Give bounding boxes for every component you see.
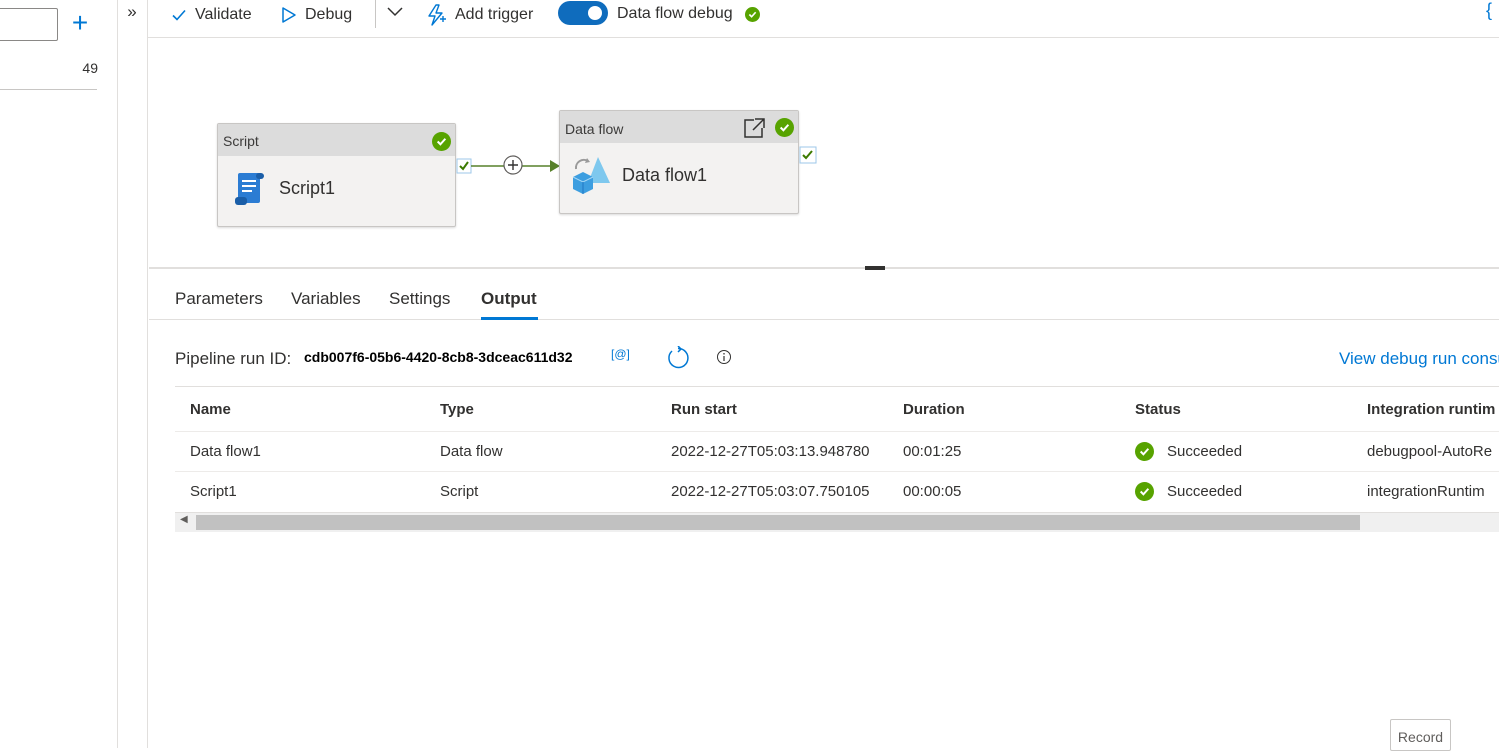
success-check-icon	[432, 132, 451, 151]
panel-splitter[interactable]	[149, 267, 1499, 269]
debug-label: Debug	[305, 6, 353, 23]
collapsed-strip	[118, 0, 148, 748]
open-external-icon[interactable]	[742, 117, 766, 144]
dataflow-activity-node[interactable]: Data flow Data flow1	[559, 110, 799, 214]
script-icon	[230, 171, 268, 212]
cell-integration-runtime: integrationRuntim	[1367, 483, 1485, 500]
debug-dropdown-chevron-down-icon[interactable]	[386, 4, 404, 23]
table-top-border	[175, 386, 1499, 387]
dataflow-icon	[570, 155, 612, 200]
success-output-handle[interactable]	[799, 146, 817, 169]
succeeded-check-icon	[1135, 482, 1154, 501]
debug-button[interactable]: Debug	[281, 3, 352, 27]
cell-run-start: 2022-12-27T05:03:07.750105	[671, 483, 870, 500]
pipeline-run-id: cdb007f6-05b6-4420-8cb8-3dceac611d32	[304, 349, 573, 365]
success-check-icon	[775, 118, 794, 137]
scrollbar-thumb[interactable]	[196, 515, 1360, 530]
active-tab-indicator	[481, 317, 538, 320]
add-trigger-label: Add trigger	[455, 6, 534, 23]
refresh-icon[interactable]	[666, 345, 690, 375]
column-header-integration-runtime[interactable]: Integration runtim	[1367, 401, 1495, 418]
debug-status-check-icon	[745, 7, 760, 22]
cell-type: Script	[440, 483, 479, 500]
scroll-left-arrow-icon[interactable]: ◀	[180, 514, 188, 525]
tab-parameters[interactable]: Parameters	[175, 289, 263, 309]
divider	[0, 89, 97, 90]
script-activity-node[interactable]: Script Script1	[217, 123, 456, 227]
cell-status: Succeeded	[1167, 483, 1243, 500]
code-view-icon[interactable]: {	[1486, 0, 1492, 21]
column-header-run-start[interactable]: Run start	[671, 401, 737, 418]
info-icon[interactable]	[716, 349, 732, 370]
splitter-grip-handle[interactable]	[865, 266, 885, 270]
cell-run-start: 2022-12-27T05:03:13.948780	[671, 443, 870, 460]
lightning-icon	[425, 4, 447, 26]
node-name: Script1	[279, 178, 336, 198]
copy-icon[interactable]: [@]	[611, 347, 630, 361]
add-resource-button[interactable]: +	[66, 6, 94, 40]
column-header-name[interactable]: Name	[190, 401, 231, 418]
expand-panel-icon[interactable]: »	[122, 2, 142, 22]
node-name: Data flow1	[622, 165, 708, 185]
view-debug-run-consumption-link[interactable]: View debug run consu	[1339, 349, 1499, 369]
tab-settings[interactable]: Settings	[389, 289, 450, 309]
pipeline-run-id-label: Pipeline run ID:	[175, 349, 292, 368]
cell-type: Data flow	[440, 443, 503, 460]
column-header-type[interactable]: Type	[440, 401, 474, 418]
cell-duration: 00:01:25	[903, 443, 962, 460]
tab-output[interactable]: Output	[481, 289, 537, 309]
node-type-label: Script	[218, 124, 455, 156]
column-header-duration[interactable]: Duration	[903, 401, 965, 418]
validate-button[interactable]: Validate	[171, 3, 252, 27]
toolbar-separator	[375, 0, 376, 28]
cell-name: Data flow1	[190, 443, 261, 460]
add-trigger-button[interactable]: Add trigger	[425, 3, 533, 27]
tabs-divider	[149, 319, 1499, 320]
record-button[interactable]: Record	[1390, 719, 1451, 751]
cell-status: Succeeded	[1167, 443, 1243, 460]
play-icon	[281, 6, 297, 24]
succeeded-check-icon	[1135, 442, 1154, 461]
resource-count: 49	[82, 60, 98, 76]
tab-variables[interactable]: Variables	[291, 289, 361, 309]
dataflow-debug-label: Data flow debug	[617, 5, 733, 22]
validate-label: Validate	[195, 6, 252, 23]
cell-duration: 00:00:05	[903, 483, 962, 500]
column-header-status[interactable]: Status	[1135, 401, 1181, 418]
dataflow-debug-toggle[interactable]	[558, 1, 608, 25]
checkmark-icon	[171, 7, 187, 23]
cell-integration-runtime: debugpool-AutoRe	[1367, 443, 1493, 460]
success-connector[interactable]	[456, 152, 562, 185]
resource-search-input[interactable]	[0, 8, 58, 41]
cell-name: Script1	[190, 483, 237, 500]
factory-resources-panel	[0, 0, 118, 748]
